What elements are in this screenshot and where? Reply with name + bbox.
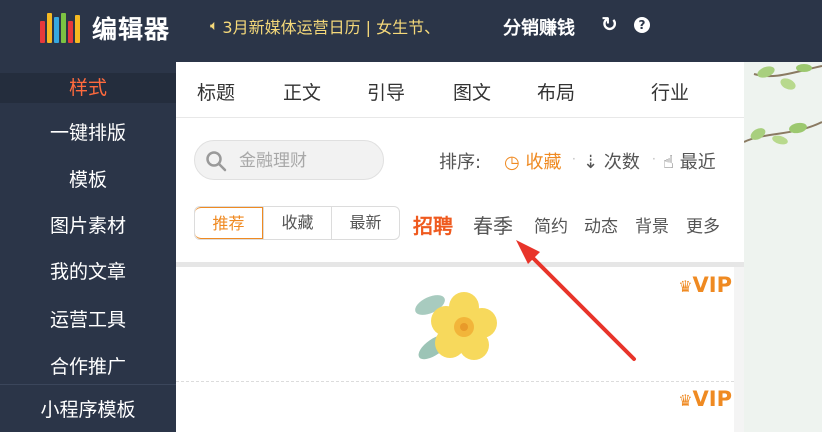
annotation-arrow-icon — [516, 240, 636, 361]
